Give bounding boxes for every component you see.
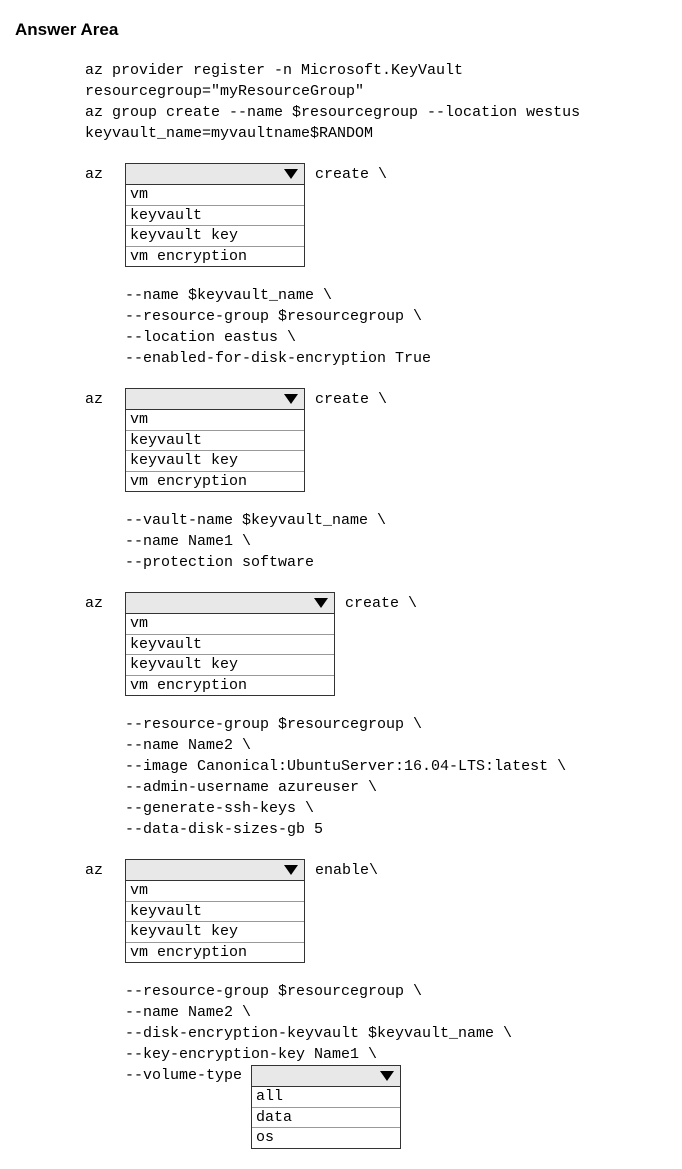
intro-code-block: az provider register -n Microsoft.KeyVau…: [85, 60, 667, 144]
dropdown-option-vm-encryption[interactable]: vm encryption: [126, 472, 304, 492]
dropdown-3-options: vm keyvault keyvault key vm encryption: [125, 614, 335, 696]
param-line: --resource-group $resourcegroup \: [125, 714, 667, 735]
param-line: --resource-group $resourcegroup \: [125, 306, 667, 327]
az-prefix: az: [85, 387, 125, 410]
after-dd-text: create \: [335, 591, 417, 614]
params-block-1: --name $keyvault_name \ --resource-group…: [85, 285, 667, 369]
dropdown-1[interactable]: [125, 163, 305, 185]
dropdown-option-vm[interactable]: vm: [126, 410, 304, 431]
command-block-2: az create \ vm keyvault keyvault key vm …: [85, 387, 667, 492]
dropdown-option-vm[interactable]: vm: [126, 614, 334, 635]
dropdown-4-options: vm keyvault keyvault key vm encryption: [125, 881, 305, 963]
dropdown-option-keyvault-key[interactable]: keyvault key: [126, 655, 334, 676]
dropdown-option-os[interactable]: os: [252, 1128, 400, 1148]
dropdown-option-vm-encryption[interactable]: vm encryption: [126, 676, 334, 696]
dropdown-option-vm[interactable]: vm: [126, 881, 304, 902]
param-line: --image Canonical:UbuntuServer:16.04-LTS…: [125, 756, 667, 777]
dropdown-option-keyvault-key[interactable]: keyvault key: [126, 451, 304, 472]
param-line: --disk-encryption-keyvault $keyvault_nam…: [125, 1023, 667, 1044]
code-line: keyvault_name=myvaultname$RANDOM: [85, 123, 667, 144]
command-block-4: az enable\ vm keyvault keyvault key vm e…: [85, 858, 667, 963]
chevron-down-icon: [284, 169, 298, 179]
params-block-3: --resource-group $resourcegroup \ --name…: [85, 714, 667, 840]
dropdown-option-keyvault-key[interactable]: keyvault key: [126, 922, 304, 943]
params-block-4: --resource-group $resourcegroup \ --name…: [85, 981, 667, 1149]
dropdown-option-vm-encryption[interactable]: vm encryption: [126, 247, 304, 267]
dropdown-option-keyvault[interactable]: keyvault: [126, 431, 304, 452]
dropdown-3[interactable]: [125, 592, 335, 614]
command-block-3: az create \ vm keyvault keyvault key vm …: [85, 591, 667, 696]
param-line: --key-encryption-key Name1 \: [125, 1044, 667, 1065]
param-line: --location eastus \: [125, 327, 667, 348]
chevron-down-icon: [380, 1071, 394, 1081]
command-block-1: az create \ vm keyvault keyvault key vm …: [85, 162, 667, 267]
az-prefix: az: [85, 591, 125, 614]
page-title: Answer Area: [15, 20, 667, 40]
dropdown-option-data[interactable]: data: [252, 1108, 400, 1129]
az-prefix: az: [85, 162, 125, 185]
param-line: --name Name1 \: [125, 531, 667, 552]
chevron-down-icon: [284, 865, 298, 875]
dropdown-option-keyvault[interactable]: keyvault: [126, 206, 304, 227]
param-line: --admin-username azureuser \: [125, 777, 667, 798]
after-dd-text: create \: [305, 162, 387, 185]
content-area: az provider register -n Microsoft.KeyVau…: [15, 60, 667, 1149]
param-line: --vault-name $keyvault_name \: [125, 510, 667, 531]
dropdown-option-vm-encryption[interactable]: vm encryption: [126, 943, 304, 963]
az-prefix: az: [85, 858, 125, 881]
code-line: az provider register -n Microsoft.KeyVau…: [85, 60, 667, 81]
dropdown-option-keyvault[interactable]: keyvault: [126, 635, 334, 656]
params-block-2: --vault-name $keyvault_name \ --name Nam…: [85, 510, 667, 573]
dropdown-2-options: vm keyvault keyvault key vm encryption: [125, 410, 305, 492]
dropdown-option-all[interactable]: all: [252, 1087, 400, 1108]
param-line: --data-disk-sizes-gb 5: [125, 819, 667, 840]
dropdown-1-options: vm keyvault keyvault key vm encryption: [125, 185, 305, 267]
param-line: --name Name2 \: [125, 735, 667, 756]
dropdown-option-keyvault-key[interactable]: keyvault key: [126, 226, 304, 247]
dropdown-option-keyvault[interactable]: keyvault: [126, 902, 304, 923]
param-line: --enabled-for-disk-encryption True: [125, 348, 667, 369]
param-line: --generate-ssh-keys \: [125, 798, 667, 819]
chevron-down-icon: [314, 598, 328, 608]
code-line: az group create --name $resourcegroup --…: [85, 102, 667, 123]
dropdown-volume-type-options: all data os: [251, 1087, 401, 1149]
volume-type-label: --volume-type: [125, 1065, 251, 1086]
after-dd-text: enable\: [305, 858, 378, 881]
param-line: --name $keyvault_name \: [125, 285, 667, 306]
param-line: --name Name2 \: [125, 1002, 667, 1023]
dropdown-option-vm[interactable]: vm: [126, 185, 304, 206]
dropdown-2[interactable]: [125, 388, 305, 410]
chevron-down-icon: [284, 394, 298, 404]
param-line: --protection software: [125, 552, 667, 573]
param-line: --resource-group $resourcegroup \: [125, 981, 667, 1002]
after-dd-text: create \: [305, 387, 387, 410]
code-line: resourcegroup="myResourceGroup": [85, 81, 667, 102]
dropdown-4[interactable]: [125, 859, 305, 881]
